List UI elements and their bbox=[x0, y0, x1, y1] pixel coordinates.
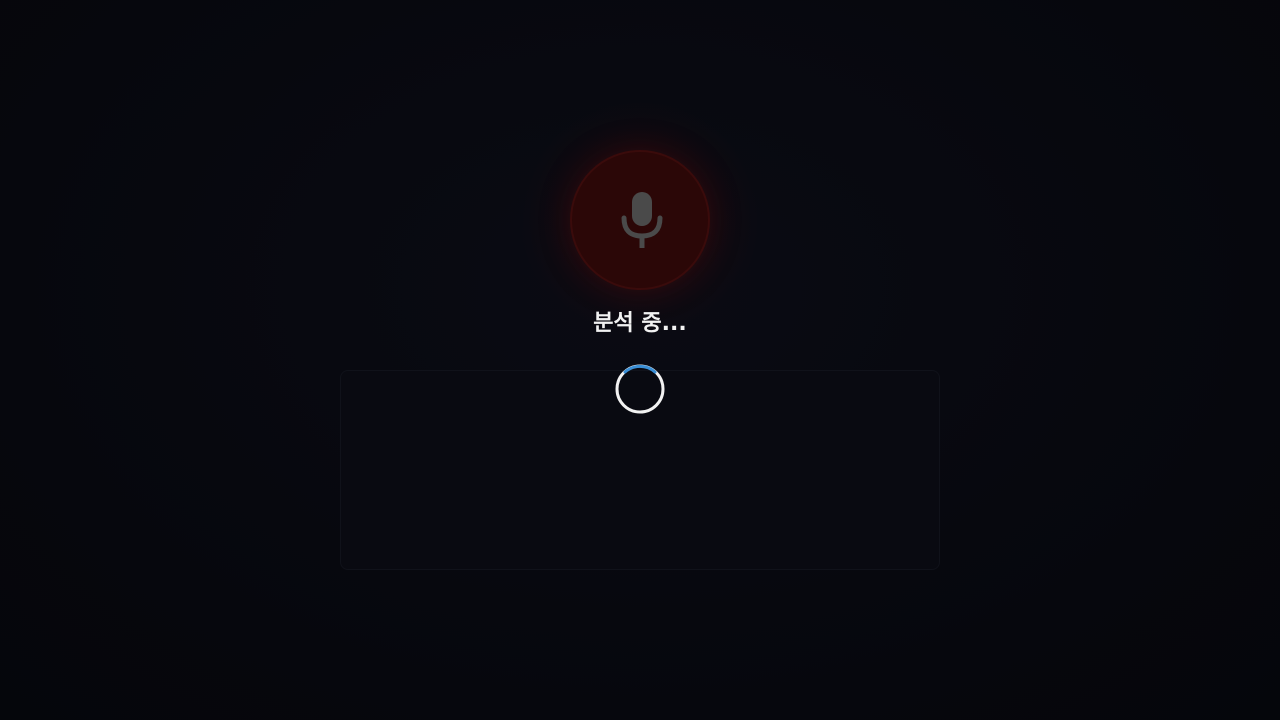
loading-spinner-icon bbox=[615, 364, 665, 414]
voice-input-screen: 분석 중... bbox=[0, 0, 1280, 720]
status-text: 분석 중... bbox=[593, 311, 687, 336]
microphone-icon bbox=[621, 192, 663, 248]
mic-button[interactable] bbox=[570, 150, 710, 290]
